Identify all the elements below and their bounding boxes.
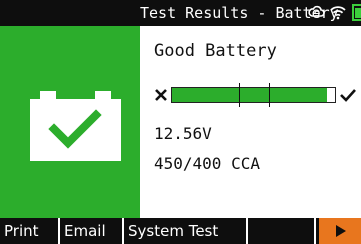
- result-details: Good Battery 12.56V 450/400 CCA: [140, 26, 361, 218]
- battery-test-results-screen: Test Results - Battery Good Battery 12.5…: [0, 0, 361, 244]
- system-test-button[interactable]: System Test: [124, 218, 248, 244]
- result-status-panel: [0, 26, 140, 218]
- wifi-icon: [330, 6, 346, 20]
- cca-reading: 450/400 CCA: [154, 154, 260, 173]
- status-bar: Test Results - Battery: [0, 0, 361, 26]
- softkey-bar: Print Email System Test: [0, 218, 361, 244]
- cloud-sync-icon: [308, 5, 325, 17]
- result-title: Good Battery: [154, 41, 277, 61]
- battery-check-icon: [30, 91, 121, 161]
- x-icon: [155, 89, 167, 101]
- voltage-reading: 12.56V: [154, 124, 212, 143]
- next-button[interactable]: [319, 218, 361, 244]
- check-icon: [340, 89, 356, 102]
- play-right-icon: [336, 225, 346, 237]
- gauge-tick: [239, 83, 240, 107]
- print-button[interactable]: Print: [0, 218, 60, 244]
- battery-health-gauge: [171, 83, 336, 107]
- battery-level-icon: [352, 4, 361, 21]
- email-button[interactable]: Email: [60, 218, 124, 244]
- blank-softkey[interactable]: [248, 218, 316, 244]
- gauge-tick: [269, 83, 270, 107]
- gauge-fill: [172, 88, 327, 102]
